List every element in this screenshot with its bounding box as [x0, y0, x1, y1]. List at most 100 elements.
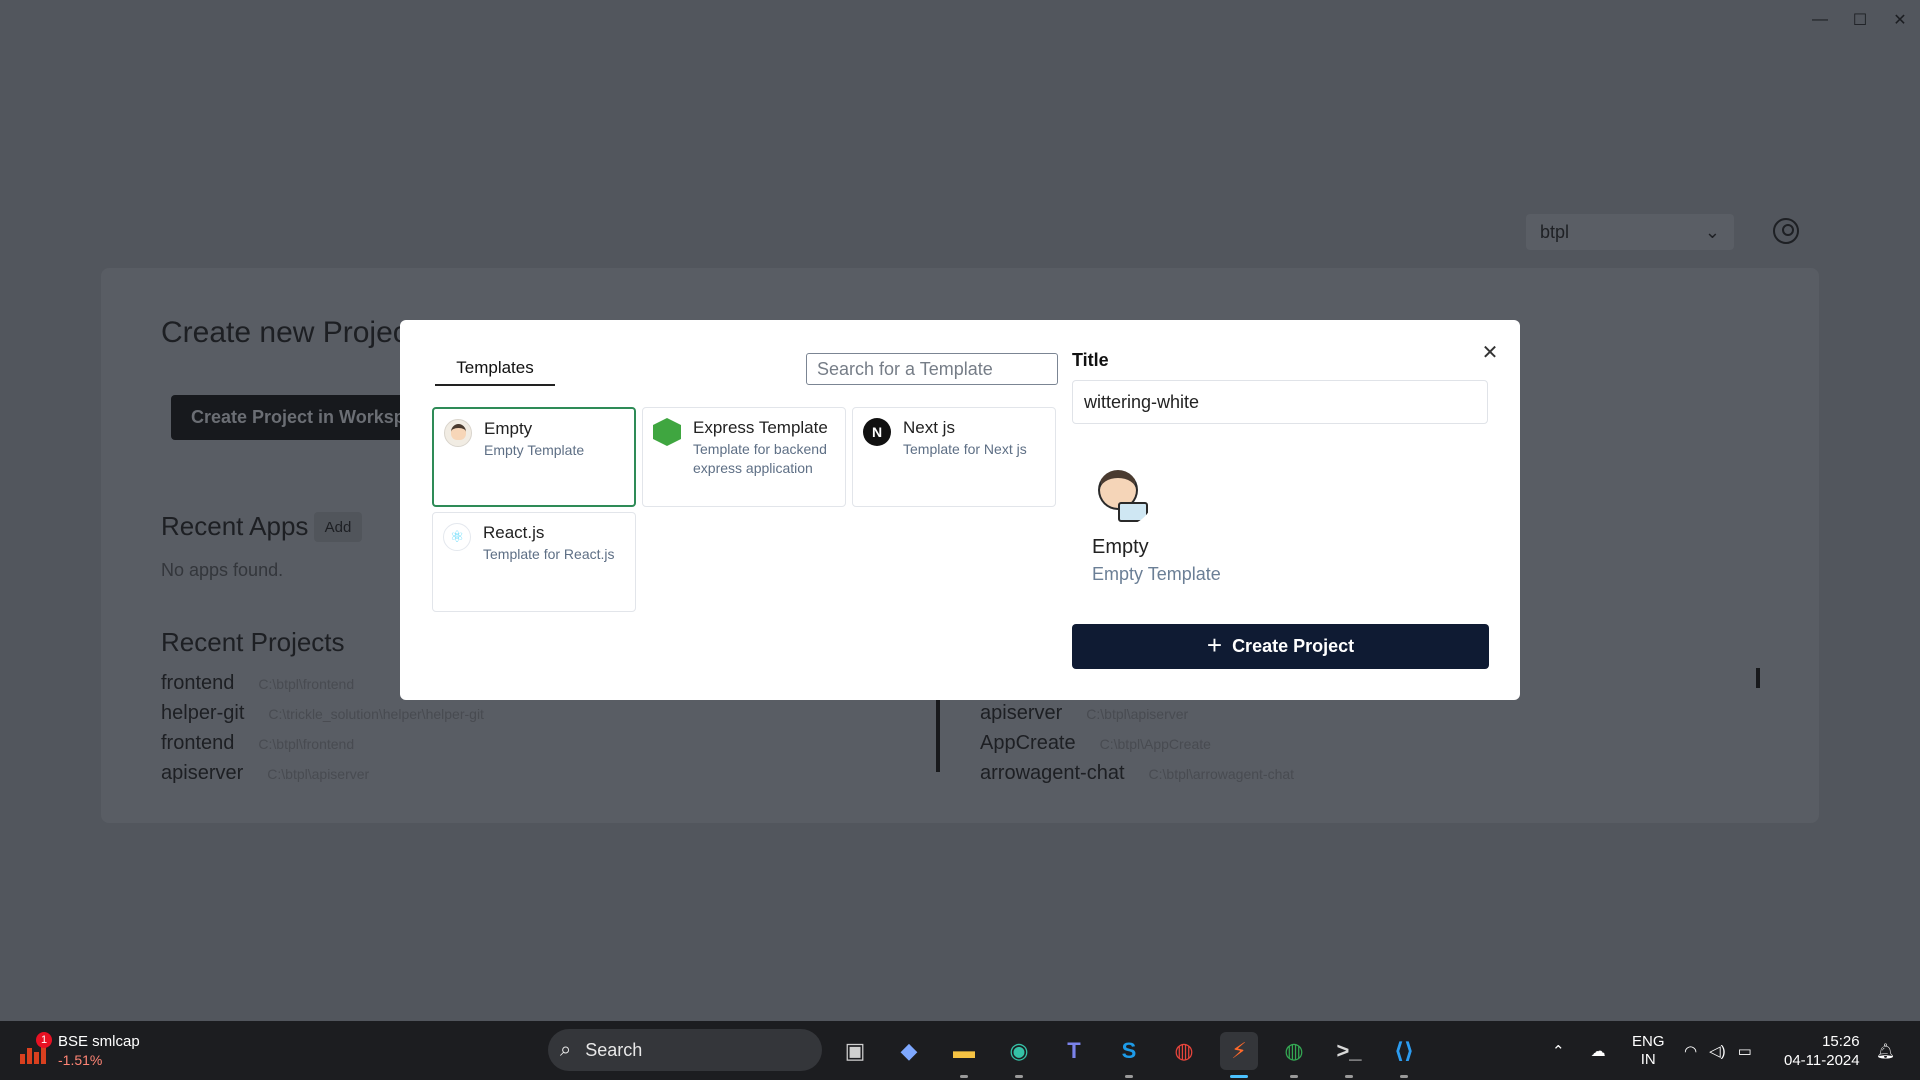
template-card-express[interactable]: Express Template Template for backend ex… [642, 407, 846, 507]
minimize-icon[interactable]: — [1800, 0, 1840, 40]
template-desc: Template for backend express application [693, 441, 827, 476]
create-project-label: Create Project [1232, 636, 1355, 656]
notification-bell-icon[interactable]: 🔔︎ [1876, 1021, 1895, 1080]
file-explorer-icon-glyph: ▬ [953, 1038, 975, 1063]
volume-icon: ◁) [1709, 1042, 1726, 1060]
preview-template-desc: Empty Template [1092, 564, 1221, 584]
add-app-button[interactable]: Add [314, 512, 362, 542]
close-window-icon[interactable]: ✕ [1880, 0, 1920, 40]
template-card-react[interactable]: ⚛ React.js Template for React.js [432, 512, 636, 612]
chrome-profile-icon[interactable]: ◍ [1275, 1032, 1313, 1078]
template-desc: Template for Next js [903, 441, 1027, 457]
copilot-icon-glyph: ◆ [900, 1038, 918, 1063]
project-name: arrowagent-chat [980, 762, 1125, 784]
project-path: C:\btpl\frontend [258, 676, 355, 692]
template-card-empty[interactable]: Empty Empty Template [432, 407, 636, 507]
template-title: Express Template [693, 418, 828, 437]
template-title: Next js [903, 418, 955, 437]
teams-icon-glyph: T [1067, 1038, 1081, 1063]
column-divider [936, 700, 940, 772]
recent-project-row[interactable]: apiserver C:\btpl\apiserver [980, 702, 1188, 725]
app-bolt-icon[interactable]: ⚡ [1220, 1032, 1258, 1078]
recent-project-row[interactable]: frontend C:\btpl\frontend [161, 672, 354, 695]
avatar-icon [444, 419, 472, 447]
task-view-icon-glyph: ▣ [844, 1038, 866, 1063]
clock-time: 15:26 [1822, 1032, 1860, 1050]
recent-project-row[interactable]: helper-git C:\trickle_solution\helper\hel… [161, 702, 484, 725]
template-title: React.js [483, 523, 545, 542]
app-bolt-icon-glyph: ⚡ [1231, 1038, 1247, 1063]
scrollbar-thumb[interactable] [1756, 668, 1760, 688]
cloud-icon[interactable]: ☁ [1591, 1042, 1606, 1060]
template-search-input[interactable] [806, 353, 1058, 385]
close-icon[interactable]: ✕ [1478, 340, 1502, 364]
teams-icon[interactable]: T [1055, 1032, 1093, 1070]
page-title: Create new Project [161, 316, 417, 349]
windows-start-icon[interactable] [498, 1034, 530, 1066]
notification-badge: 1 [36, 1032, 52, 1048]
create-project-modal: Templates Empty Empty Template Express T… [400, 320, 1520, 700]
project-path: C:\btpl\AppCreate [1099, 736, 1211, 752]
recent-project-row[interactable]: arrowagent-chat C:\btpl\arrowagent-chat [980, 762, 1294, 785]
project-path: C:\btpl\frontend [258, 736, 355, 752]
vscode-icon[interactable]: ⟨⟩ [1385, 1032, 1423, 1078]
template-title: Empty [484, 419, 533, 438]
clock-date: 04-11-2024 [1784, 1051, 1860, 1069]
recent-project-row[interactable]: AppCreate C:\btpl\AppCreate [980, 732, 1211, 755]
chrome-icon[interactable]: ◍ [1165, 1032, 1203, 1070]
create-in-workspace-button[interactable]: Create Project in Workspace [171, 395, 411, 440]
vscode-icon-glyph: ⟨⟩ [1393, 1038, 1415, 1063]
nextjs-icon: N [863, 418, 891, 446]
taskbar-search-label: Search [585, 1039, 643, 1060]
template-card-nextjs[interactable]: N Next js Template for Next js [852, 407, 1056, 507]
project-name: apiserver [980, 702, 1063, 724]
skype-icon-glyph: S [1121, 1038, 1137, 1063]
workspace-select[interactable]: btpl ⌄ [1526, 214, 1734, 250]
template-desc: Empty Template [484, 442, 585, 458]
edge-icon[interactable]: ◉ [1000, 1032, 1038, 1078]
preview-avatar [1090, 462, 1154, 526]
template-desc: Template for React.js [483, 546, 615, 562]
wifi-icon: ◠ [1684, 1042, 1698, 1060]
terminal-icon[interactable]: >_ [1330, 1032, 1368, 1078]
recent-project-row[interactable]: apiserver C:\btpl\apiserver [161, 762, 369, 785]
chevron-up-icon[interactable]: ⌃ [1552, 1042, 1565, 1060]
plus-icon: + [1206, 629, 1223, 660]
chrome-icon-glyph: ◍ [1174, 1038, 1194, 1063]
edge-icon-glyph: ◉ [1009, 1038, 1029, 1063]
recent-project-row[interactable]: frontend C:\btpl\frontend [161, 732, 354, 755]
preview-template-name: Empty [1092, 536, 1149, 558]
workspace-select-value: btpl [1540, 221, 1570, 242]
nodejs-icon [653, 418, 681, 446]
title-input[interactable] [1072, 380, 1488, 424]
project-name: frontend [161, 672, 235, 694]
battery-icon: ▭ [1737, 1042, 1752, 1060]
taskbar-search[interactable]: ⌕ Search [548, 1029, 822, 1071]
quick-settings[interactable]: ◠ ◁) ▭ [1684, 1021, 1752, 1080]
no-apps-text: No apps found. [161, 560, 284, 580]
project-path: C:\btpl\arrowagent-chat [1148, 766, 1295, 782]
file-explorer-icon[interactable]: ▬ [945, 1032, 983, 1078]
window-controls: — ☐ ✕ [1800, 0, 1920, 40]
stock-widget[interactable]: 1 BSE smlcap -1.51% [18, 1029, 140, 1073]
stock-name: BSE smlcap [58, 1033, 140, 1050]
stock-change: -1.51% [58, 1052, 103, 1068]
project-path: C:\btpl\apiserver [267, 766, 370, 782]
language-indicator[interactable]: ENG IN [1632, 1021, 1665, 1080]
task-view-icon[interactable]: ▣ [836, 1032, 874, 1070]
lang-line2: IN [1640, 1050, 1656, 1068]
title-label: Title [1072, 350, 1109, 370]
tab-templates[interactable]: Templates [435, 356, 555, 386]
search-icon: ⌕ [560, 1038, 572, 1061]
system-tray-icons: ⌃ ☁ [1552, 1021, 1606, 1080]
create-project-button[interactable]: + Create Project [1072, 624, 1489, 669]
project-name: helper-git [161, 702, 245, 724]
clock[interactable]: 15:26 04-11-2024 [1784, 1021, 1860, 1080]
skype-icon[interactable]: S [1110, 1032, 1148, 1078]
stock-chart-icon: 1 [18, 1032, 52, 1066]
recent-projects-heading: Recent Projects [161, 627, 345, 657]
project-name: AppCreate [980, 732, 1076, 754]
copilot-icon[interactable]: ◆ [890, 1032, 928, 1070]
profile-icon[interactable] [1773, 218, 1799, 244]
maximize-icon[interactable]: ☐ [1840, 0, 1880, 40]
